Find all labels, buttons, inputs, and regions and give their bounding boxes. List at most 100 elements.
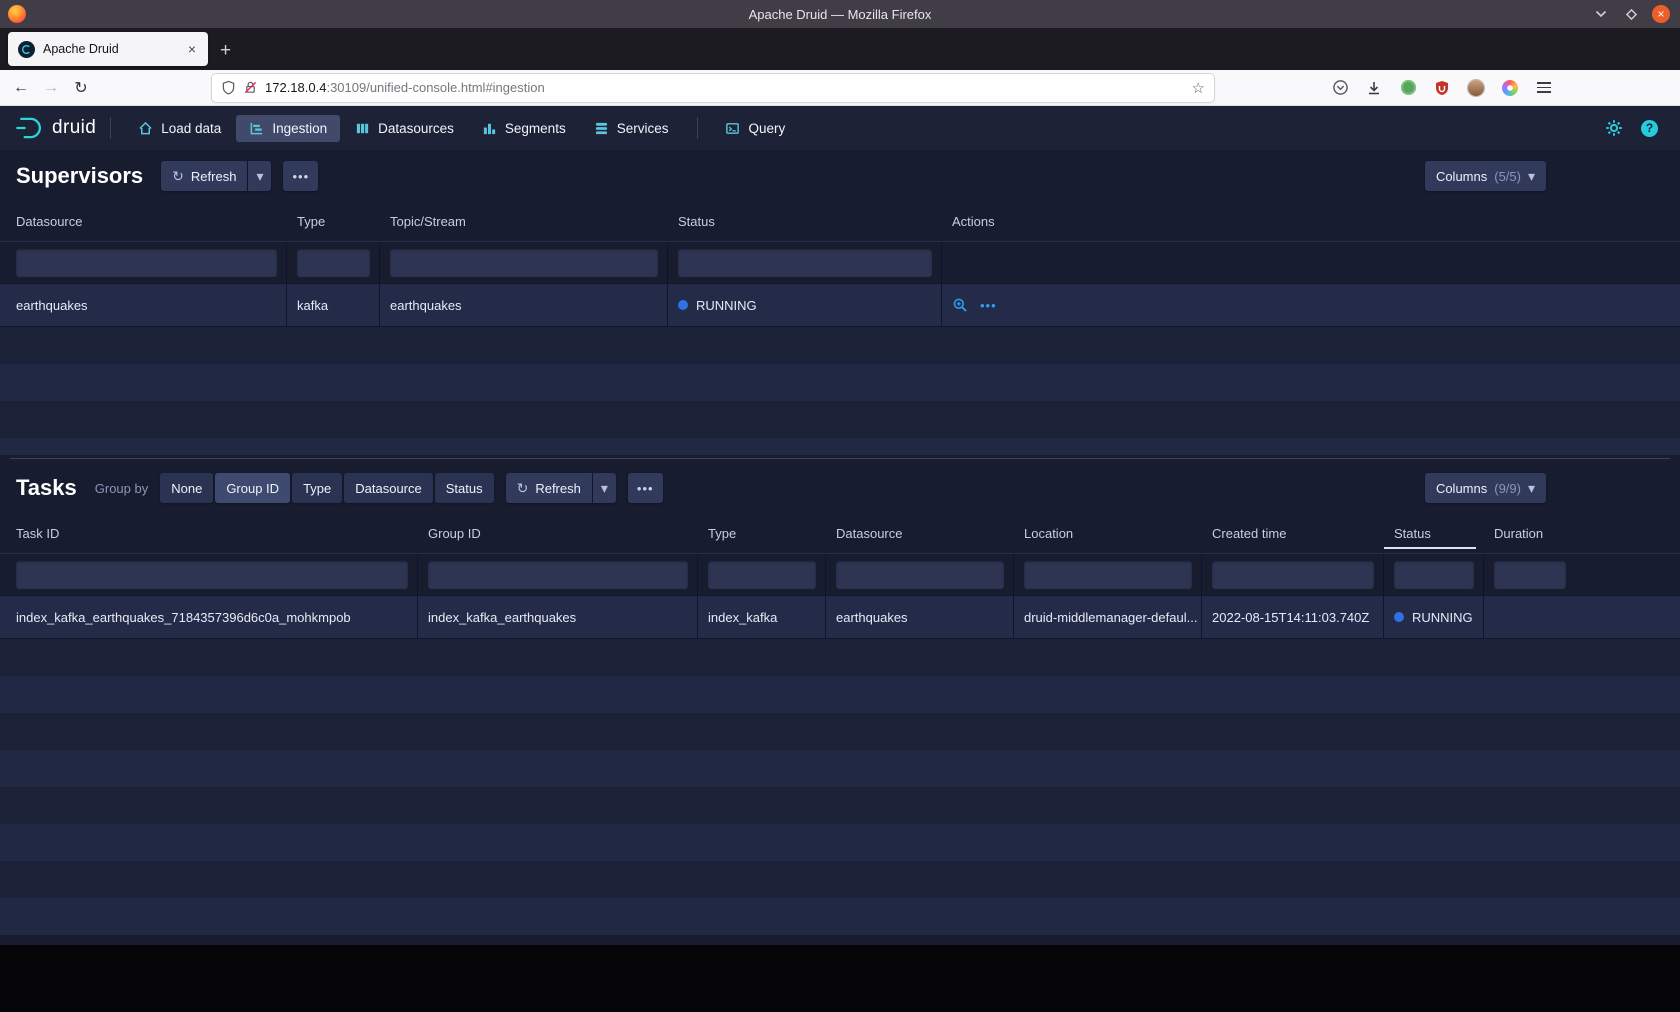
tasks-refresh-button[interactable]: ↻ Refresh <box>506 473 592 503</box>
new-tab-button[interactable]: + <box>220 41 231 60</box>
task-filter-task-id[interactable] <box>16 561 408 589</box>
supervisor-filter-status[interactable] <box>678 249 932 277</box>
druid-brand[interactable]: druid <box>14 115 96 141</box>
task-filter-datasource[interactable] <box>836 561 1004 589</box>
column-header-status[interactable]: Status <box>668 202 942 241</box>
column-header-datasource[interactable]: Datasource <box>826 514 1014 553</box>
tasks-section: Tasks Group by None Group ID Type Dataso… <box>0 462 1680 935</box>
url-host: 172.18.0.4 <box>265 80 326 95</box>
query-icon <box>725 121 740 136</box>
browser-tab[interactable]: Apache Druid × <box>8 32 208 66</box>
brand-wordmark: druid <box>52 117 96 139</box>
column-header-topic-stream[interactable]: Topic/Stream <box>380 202 668 241</box>
column-header-type[interactable]: Type <box>287 202 380 241</box>
nav-item-load-data[interactable]: Load data <box>125 115 234 142</box>
services-icon <box>594 121 609 136</box>
window-close-button[interactable]: × <box>1652 5 1670 23</box>
avatar[interactable] <box>1466 78 1486 98</box>
window-maximize-button[interactable] <box>1622 5 1640 23</box>
reload-button[interactable]: ↻ <box>66 74 96 102</box>
group-by-status-button[interactable]: Status <box>435 473 494 503</box>
nav-item-services[interactable]: Services <box>581 115 682 142</box>
nav-label: Load data <box>161 121 221 136</box>
url-bar[interactable]: 172.18.0.4:30109/unified-console.html#in… <box>212 74 1214 102</box>
column-header-group-id[interactable]: Group ID <box>418 514 698 553</box>
task-filter-status[interactable] <box>1394 561 1474 589</box>
column-header-duration[interactable]: Duration <box>1484 514 1680 553</box>
task-filter-location[interactable] <box>1024 561 1192 589</box>
bookmark-star-icon[interactable]: ☆ <box>1192 79 1205 97</box>
task-filter-group-id[interactable] <box>428 561 688 589</box>
tasks-refresh-caret-button[interactable]: ▾ <box>593 473 616 503</box>
task-filter-duration[interactable] <box>1494 561 1566 589</box>
url-text[interactable]: 172.18.0.4:30109/unified-console.html#in… <box>265 80 545 95</box>
columns-count: (5/5) <box>1494 169 1521 184</box>
datasources-icon <box>355 121 370 136</box>
column-header-task-id[interactable]: Task ID <box>0 514 418 553</box>
task-status-cell: RUNNING <box>1384 596 1484 638</box>
header-divider <box>697 117 698 139</box>
task-row[interactable]: index_kafka_earthquakes_7184357396d6c0a_… <box>0 596 1680 639</box>
column-header-datasource[interactable]: Datasource <box>0 202 287 241</box>
tasks-refresh-split-button: ↻ Refresh ▾ <box>506 473 616 503</box>
tasks-columns-button[interactable]: Columns (9/9) ▾ <box>1425 473 1546 503</box>
row-more-actions-icon[interactable]: ••• <box>980 298 997 313</box>
empty-row <box>0 639 1680 676</box>
pocket-icon[interactable] <box>1330 78 1350 98</box>
tasks-more-button[interactable]: ••• <box>628 473 663 503</box>
caret-down-icon: ▾ <box>256 169 263 183</box>
extension-pinwheel-icon[interactable] <box>1500 78 1520 98</box>
back-button[interactable]: ← <box>6 74 36 102</box>
supervisors-filter-row <box>0 242 1680 284</box>
download-icon[interactable] <box>1364 78 1384 98</box>
supervisors-title: Supervisors <box>16 163 143 189</box>
forward-button: → <box>36 74 66 102</box>
group-by-group-id-button[interactable]: Group ID <box>215 473 290 503</box>
desktop-background <box>0 945 1680 1012</box>
tracking-shield-icon[interactable] <box>221 80 236 95</box>
column-header-created-time[interactable]: Created time <box>1202 514 1384 553</box>
section-divider <box>10 458 1670 459</box>
tab-favicon-icon <box>18 41 35 58</box>
supervisor-row[interactable]: earthquakes kafka earthquakes RUNNING ••… <box>0 284 1680 327</box>
supervisors-columns-button[interactable]: Columns (5/5) ▾ <box>1425 161 1546 191</box>
supervisors-table: Datasource Type Topic/Stream Status Acti… <box>0 202 1680 455</box>
task-duration-cell <box>1484 596 1680 638</box>
extension-green-icon[interactable] <box>1398 78 1418 98</box>
group-by-type-button[interactable]: Type <box>292 473 342 503</box>
nav-item-ingestion[interactable]: Ingestion <box>236 115 340 142</box>
settings-gear-icon[interactable] <box>1605 119 1623 137</box>
task-filter-type[interactable] <box>708 561 816 589</box>
header-divider <box>110 117 111 139</box>
caret-down-icon: ▾ <box>1528 169 1535 183</box>
supervisors-more-button[interactable]: ••• <box>283 161 318 191</box>
menu-button[interactable] <box>1534 78 1554 98</box>
supervisor-type-cell: kafka <box>287 284 380 326</box>
group-by-none-button[interactable]: None <box>160 473 213 503</box>
nav-item-query[interactable]: Query <box>712 115 798 142</box>
supervisors-refresh-split-button: ↻ Refresh ▾ <box>161 161 271 191</box>
nav-item-datasources[interactable]: Datasources <box>342 115 467 142</box>
tasks-title: Tasks <box>16 475 77 501</box>
task-filter-created-time[interactable] <box>1212 561 1374 589</box>
nav-label: Datasources <box>378 121 454 136</box>
help-icon[interactable]: ? <box>1641 120 1658 137</box>
column-header-type[interactable]: Type <box>698 514 826 553</box>
group-by-datasource-button[interactable]: Datasource <box>344 473 432 503</box>
column-header-status[interactable]: Status <box>1384 514 1484 553</box>
nav-label: Query <box>748 121 785 136</box>
window-minimize-button[interactable] <box>1592 5 1610 23</box>
running-status-dot <box>678 300 688 310</box>
supervisor-filter-topic-stream[interactable] <box>390 249 658 277</box>
insecure-lock-icon[interactable] <box>243 80 258 95</box>
supervisors-refresh-caret-button[interactable]: ▾ <box>248 161 271 191</box>
nav-item-segments[interactable]: Segments <box>469 115 579 142</box>
supervisors-refresh-button[interactable]: ↻ Refresh <box>161 161 247 191</box>
tab-close-icon[interactable]: × <box>186 41 198 57</box>
ublock-icon[interactable] <box>1432 78 1452 98</box>
supervisor-filter-type[interactable] <box>297 249 370 277</box>
inspect-magnifier-icon[interactable] <box>952 297 968 313</box>
task-datasource-cell: earthquakes <box>826 596 1014 638</box>
column-header-location[interactable]: Location <box>1014 514 1202 553</box>
supervisor-filter-datasource[interactable] <box>16 249 277 277</box>
